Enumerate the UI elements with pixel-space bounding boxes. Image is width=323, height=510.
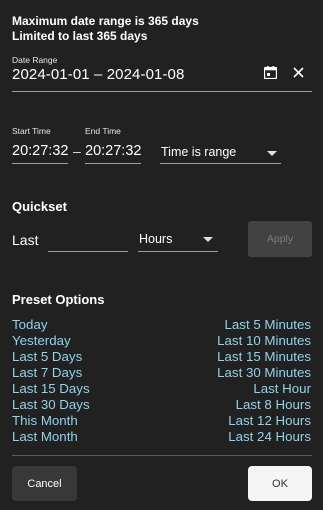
chevron-down-icon: [267, 151, 277, 156]
preset-last-10-minutes[interactable]: Last 10 Minutes: [217, 333, 311, 349]
end-time-label: End Time: [85, 126, 121, 136]
preset-last-15-minutes[interactable]: Last 15 Minutes: [217, 349, 311, 365]
close-icon[interactable]: [290, 64, 306, 80]
apply-button[interactable]: Apply: [248, 221, 312, 257]
time-mode-underline: [160, 163, 281, 164]
time-separator: –: [73, 143, 81, 159]
max-range-notice: Maximum date range is 365 days: [12, 14, 199, 28]
quickset-amount-input[interactable]: [48, 226, 128, 251]
start-time-input[interactable]: 20:27:32: [12, 143, 68, 159]
quickset-amount-underline: [48, 251, 128, 252]
preset-last-5-minutes[interactable]: Last 5 Minutes: [217, 317, 311, 333]
cancel-button[interactable]: Cancel: [12, 466, 77, 501]
preset-last-24-hours[interactable]: Last 24 Hours: [217, 429, 311, 445]
preset-list-left: Today Yesterday Last 5 Days Last 7 Days …: [12, 317, 90, 445]
limit-notice: Limited to last 365 days: [12, 29, 148, 43]
preset-last-hour[interactable]: Last Hour: [217, 381, 311, 397]
preset-last-8-hours[interactable]: Last 8 Hours: [217, 397, 311, 413]
end-time-input[interactable]: 20:27:32: [85, 143, 141, 159]
start-time-underline: [12, 163, 68, 164]
ok-button[interactable]: OK: [248, 466, 312, 501]
quickset-unit-underline: [138, 251, 218, 252]
preset-last-month[interactable]: Last Month: [12, 429, 90, 445]
preset-last-12-hours[interactable]: Last 12 Hours: [217, 413, 311, 429]
time-mode-value: Time is range: [161, 145, 237, 159]
preset-this-month[interactable]: This Month: [12, 413, 90, 429]
preset-last-30-minutes[interactable]: Last 30 Minutes: [217, 365, 311, 381]
calendar-icon[interactable]: [262, 64, 278, 80]
preset-yesterday[interactable]: Yesterday: [12, 333, 90, 349]
preset-last-15-days[interactable]: Last 15 Days: [12, 381, 90, 397]
date-range-value[interactable]: 2024-01-01 – 2024-01-08: [12, 66, 184, 83]
quickset-unit-select[interactable]: Hours: [138, 227, 218, 251]
date-range-underline: [12, 91, 312, 92]
time-mode-select[interactable]: Time is range: [160, 140, 281, 164]
date-range-label: Date Range: [12, 55, 58, 65]
quickset-unit-value: Hours: [139, 232, 173, 246]
preset-today[interactable]: Today: [12, 317, 90, 333]
chevron-down-icon: [203, 237, 213, 242]
start-time-label: Start Time: [12, 126, 51, 136]
quickset-last-label: Last: [12, 232, 39, 248]
quickset-title: Quickset: [12, 199, 67, 214]
preset-last-30-days[interactable]: Last 30 Days: [12, 397, 90, 413]
footer-divider: [12, 455, 312, 456]
preset-last-7-days[interactable]: Last 7 Days: [12, 365, 90, 381]
preset-list-right: Last 5 Minutes Last 10 Minutes Last 15 M…: [217, 317, 311, 445]
end-time-underline: [85, 163, 141, 164]
preset-last-5-days[interactable]: Last 5 Days: [12, 349, 90, 365]
preset-options-title: Preset Options: [12, 292, 105, 307]
